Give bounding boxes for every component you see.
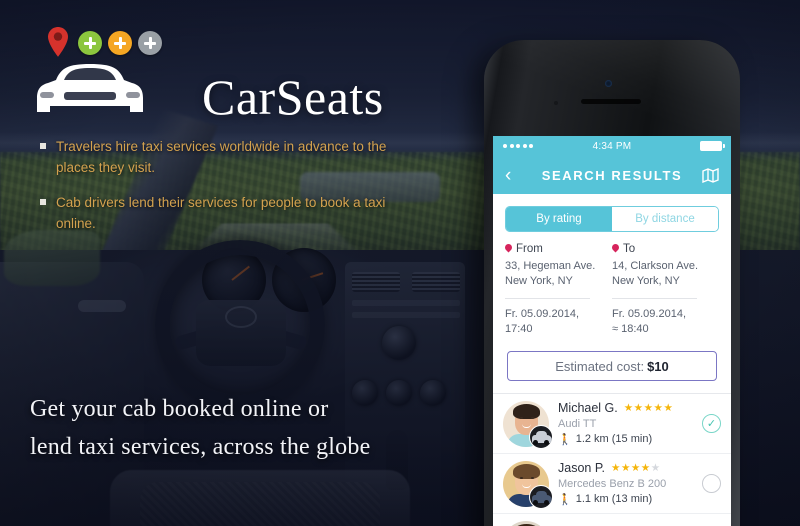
tab-by-distance[interactable]: By distance: [612, 207, 718, 231]
driver-results-list: Michael G. ★★★★★ Audi TT 🚶 1.2 km (15 min) ✓ J…: [493, 394, 731, 526]
front-camera-icon: [605, 80, 612, 87]
driver-distance: 1.1 km (13 min): [575, 493, 653, 506]
phone-mockup: 4:34 PM ‹ SEARCH RESULTS By rating By di…: [484, 40, 740, 526]
pin-icon-from: [505, 244, 512, 254]
tab-by-rating[interactable]: By rating: [506, 207, 612, 231]
driver-distance-row: 🚶 1.1 km (13 min): [558, 493, 702, 506]
table-row[interactable]: Jason P. ★★★★★ Mercedes Benz B 200 🚶 1.1 km …: [493, 454, 731, 514]
from-address-line1: 33, Hegeman Ave.: [505, 260, 596, 272]
trip-from-column[interactable]: From 33, Hegeman Ave. New York, NY Fr. 0…: [505, 243, 612, 337]
walking-icon: 🚶: [558, 493, 572, 506]
logo-pin-row: [38, 26, 162, 58]
to-address-line1: 14, Clarkson Ave.: [612, 260, 699, 272]
driver-car-model: Audi TT: [558, 417, 597, 430]
to-time: ≈ 18:40: [612, 323, 649, 335]
driver-name: Michael G.: [558, 401, 618, 416]
avatar-wrap: [503, 520, 549, 526]
to-label: To: [623, 243, 636, 255]
driver-info: Michael G. ★★★★★ Audi TT 🚶 1.2 km (15 min): [549, 401, 702, 446]
select-driver-checkbox[interactable]: ✓: [702, 414, 721, 433]
battery-icon: [700, 141, 725, 151]
avatar-wrap: [503, 400, 553, 449]
tagline-line-2: lend taxi services, across the globe: [30, 434, 371, 460]
from-address: 33, Hegeman Ave. New York, NY: [505, 259, 602, 289]
avatar: [503, 520, 549, 526]
sort-segmented-control: By rating By distance: [505, 206, 719, 232]
estimated-cost-label: Estimated cost:: [555, 358, 645, 374]
map-pin-icon: [48, 27, 68, 57]
plus-circle-gray-icon: [138, 31, 162, 55]
estimated-cost-wrap: Estimated cost: $10: [493, 337, 731, 393]
to-address-line2: New York, NY: [612, 275, 680, 287]
tagline: Get your cab booked online or lend taxi …: [30, 390, 450, 466]
bullet-item: Cab drivers lend their services for peop…: [40, 192, 390, 234]
page-title: CarSeats: [202, 69, 384, 125]
driver-name: Jason P.: [558, 461, 606, 476]
back-button[interactable]: ‹: [505, 166, 525, 185]
from-label: From: [516, 243, 543, 255]
from-datetime: Fr. 05.09.2014, 17:40: [505, 299, 602, 337]
from-time: 17:40: [505, 323, 533, 335]
map-view-button[interactable]: [699, 167, 719, 183]
select-driver-checkbox[interactable]: [702, 474, 721, 493]
car-logo-icon: [37, 64, 143, 112]
map-icon: [702, 167, 719, 183]
driver-car-model: Mercedes Benz B 200: [558, 477, 667, 490]
proximity-sensor-icon: [554, 101, 558, 105]
sort-segmented-control-wrap: By rating By distance: [493, 194, 731, 232]
pin-icon-to: [612, 244, 619, 254]
tagline-line-1: Get your cab booked online or: [30, 396, 329, 422]
rating-stars: ★★★★★: [611, 462, 661, 474]
trip-endpoints: From 33, Hegeman Ave. New York, NY Fr. 0…: [493, 232, 731, 337]
to-datetime: Fr. 05.09.2014, ≈ 18:40: [612, 299, 709, 337]
driver-name-row: Michael G. ★★★★★: [558, 401, 702, 415]
car-thumbnail-icon: [529, 424, 553, 449]
table-row[interactable]: Robert N.★★★★★Hyundai i30✓: [493, 514, 731, 526]
bullet-square-icon: [40, 199, 46, 205]
bullet-text: Cab drivers lend their services for peop…: [56, 195, 386, 231]
from-address-line2: New York, NY: [505, 275, 573, 287]
from-date: Fr. 05.09.2014,: [505, 308, 579, 320]
avatar-wrap: [503, 460, 553, 509]
app-navbar: ‹ SEARCH RESULTS: [493, 156, 731, 194]
bullet-square-icon: [40, 143, 46, 149]
estimated-cost-box[interactable]: Estimated cost: $10: [507, 351, 717, 381]
driver-distance-row: 🚶 1.2 km (15 min): [558, 433, 702, 446]
estimated-cost-amount: $10: [647, 358, 669, 374]
rating-stars: ★★★★★: [623, 402, 674, 414]
to-heading: To: [612, 243, 709, 255]
feature-bullets: Travelers hire taxi services worldwide i…: [40, 136, 390, 248]
phone-glossy-highlight: [484, 40, 740, 130]
to-address: 14, Clarkson Ave. New York, NY: [612, 259, 709, 289]
driver-info: Jason P. ★★★★★ Mercedes Benz B 200 🚶 1.1 km …: [549, 461, 702, 506]
plus-circle-green-icon: [78, 31, 102, 55]
landing-page: CarSeats Travelers hire taxi services wo…: [0, 0, 800, 526]
trip-to-column[interactable]: To 14, Clarkson Ave. New York, NY Fr. 05…: [612, 243, 719, 337]
bullet-text: Travelers hire taxi services worldwide i…: [56, 139, 387, 175]
car-thumbnail-icon: [529, 484, 553, 509]
from-heading: From: [505, 243, 602, 255]
phone-screen: 4:34 PM ‹ SEARCH RESULTS By rating By di…: [493, 136, 731, 526]
status-bar: 4:34 PM: [493, 136, 731, 156]
logo: CarSeats: [34, 26, 383, 125]
status-clock: 4:34 PM: [592, 140, 632, 152]
to-date: Fr. 05.09.2014,: [612, 308, 686, 320]
driver-name-row: Jason P. ★★★★★: [558, 461, 702, 475]
navbar-title: SEARCH RESULTS: [541, 167, 683, 183]
bullet-item: Travelers hire taxi services worldwide i…: [40, 136, 390, 178]
earpiece-speaker: [581, 99, 641, 104]
driver-distance: 1.2 km (15 min): [575, 433, 653, 446]
table-row[interactable]: Michael G. ★★★★★ Audi TT 🚶 1.2 km (15 min) ✓: [493, 394, 731, 454]
plus-circle-orange-icon: [108, 31, 132, 55]
walking-icon: 🚶: [558, 433, 572, 446]
